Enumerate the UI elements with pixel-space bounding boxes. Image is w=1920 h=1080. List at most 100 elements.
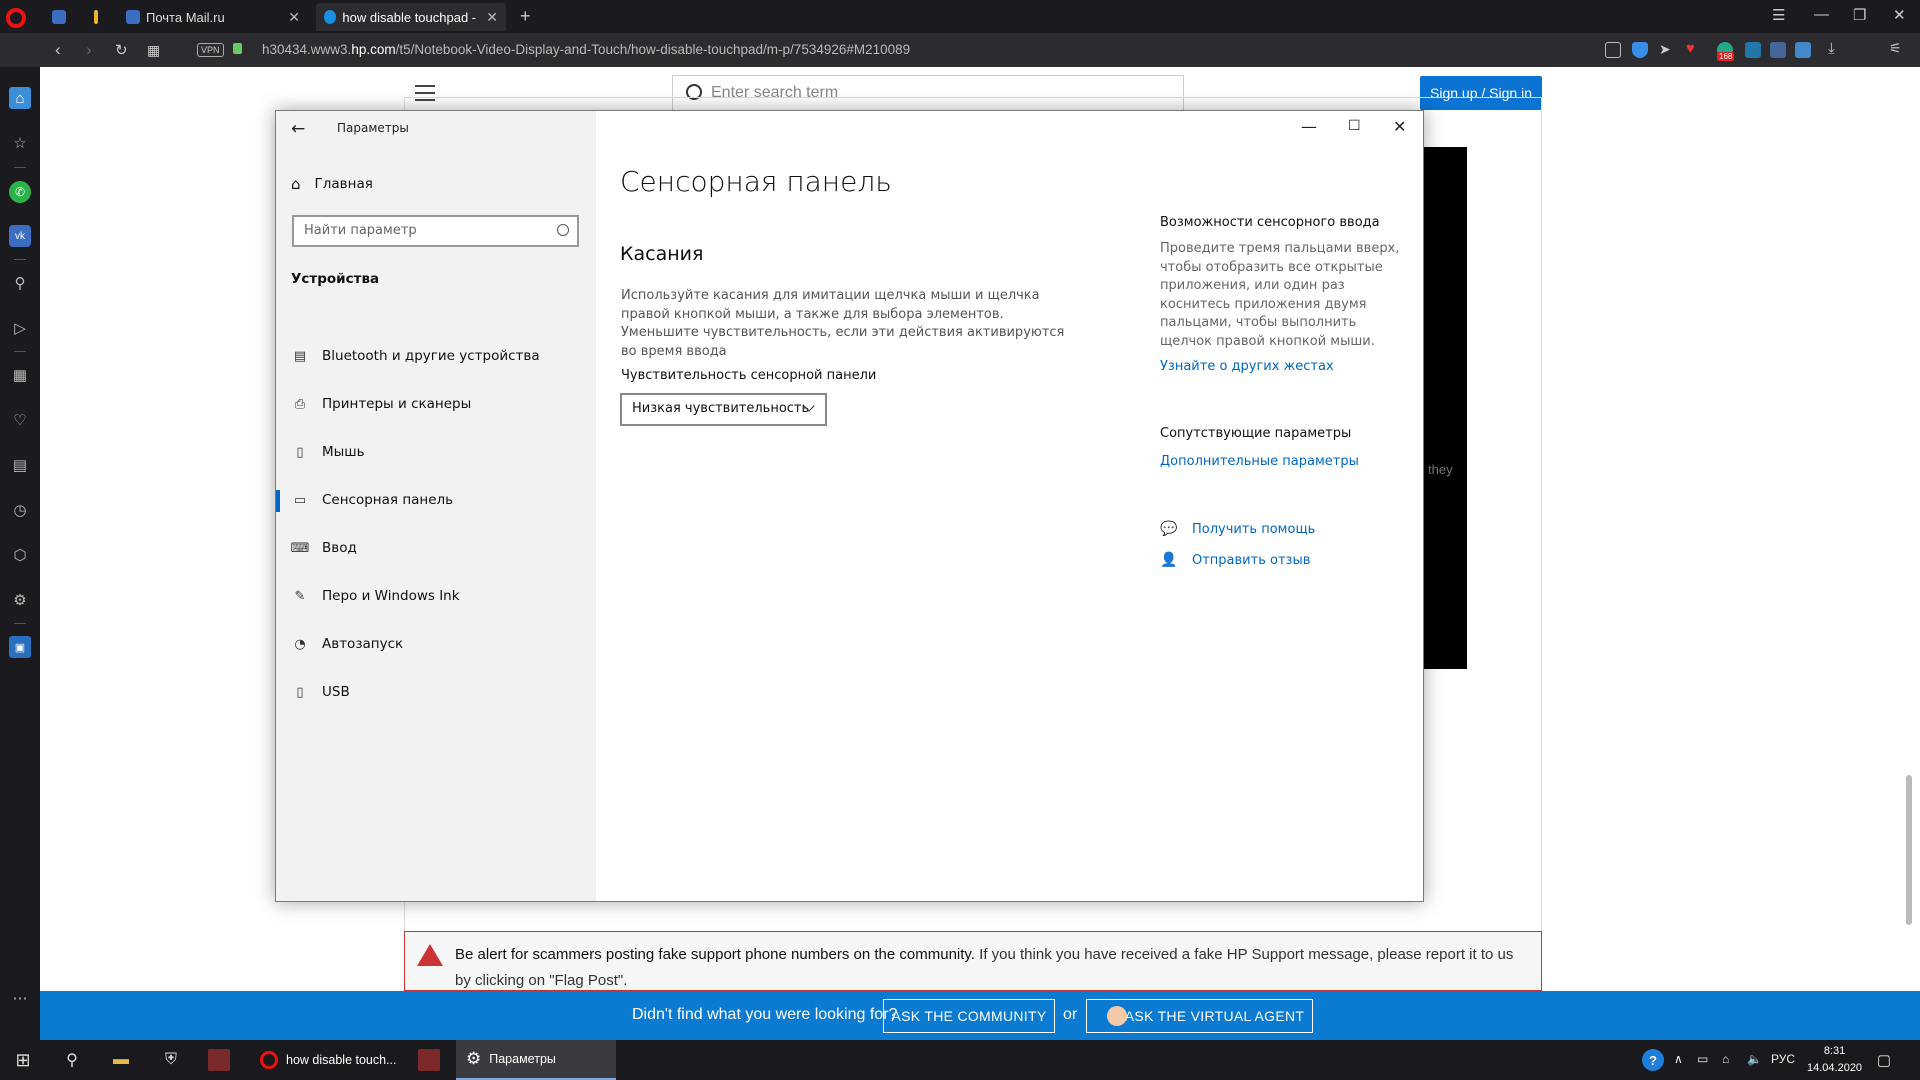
send-icon[interactable]: ➤ xyxy=(1659,41,1675,57)
taskbar-opera-app[interactable]: how disable touch... xyxy=(250,1040,400,1080)
history-icon[interactable]: ◷ xyxy=(9,499,31,521)
windows-start-icon[interactable]: ⊞ xyxy=(12,1049,34,1071)
ask-community-button[interactable]: ASK THE COMMUNITY xyxy=(883,999,1055,1033)
close-icon[interactable]: ✕ xyxy=(1893,6,1906,24)
camera-icon[interactable] xyxy=(1605,42,1621,58)
minimize-icon[interactable]: — xyxy=(1814,6,1829,23)
scam-alert-banner: Be alert for scammers posting fake suppo… xyxy=(404,931,1542,991)
app-icon[interactable] xyxy=(418,1049,440,1071)
vk-messenger-icon[interactable]: vk xyxy=(9,225,31,247)
new-tab-button[interactable]: + xyxy=(520,6,531,27)
nav-item-label: Принтеры и сканеры xyxy=(322,396,472,412)
nav-group-title: Устройства xyxy=(291,271,380,287)
url-field[interactable]: h30434.www3.hp.com/t5/Notebook-Video-Dis… xyxy=(262,42,910,57)
tab-menu-icon[interactable]: ☰ xyxy=(1772,6,1785,24)
news-icon[interactable]: ▤ xyxy=(9,454,31,476)
apps-icon[interactable]: ▦ xyxy=(9,364,31,386)
touchpad-icon: ▭ xyxy=(293,492,307,508)
url-path: /t5/Notebook-Video-Display-and-Touch/how… xyxy=(395,42,911,57)
settings-gear-icon[interactable]: ⚙ xyxy=(9,589,31,611)
tab-hp[interactable]: how disable touchpad - HP ✕ xyxy=(316,3,506,31)
additional-settings-link[interactable]: Дополнительные параметры xyxy=(1160,454,1359,469)
speed-dial-icon[interactable]: ▦ xyxy=(147,42,160,59)
extension-badge-icon[interactable]: 168 xyxy=(1717,42,1735,61)
notification-center-icon[interactable]: ▢ xyxy=(1873,1049,1895,1071)
close-tab-icon[interactable]: ✕ xyxy=(486,9,498,26)
settings-search-input[interactable]: Найти параметр xyxy=(292,215,579,247)
usb-icon: ▯ xyxy=(296,684,304,700)
nav-item-typing[interactable]: ⌨ Ввод xyxy=(276,528,596,568)
heart-icon[interactable]: ♥ xyxy=(1686,40,1702,57)
more-gestures-link[interactable]: Узнайте о других жестах xyxy=(1160,359,1334,374)
section-title: Касания xyxy=(620,243,704,265)
scrollbar-thumb[interactable] xyxy=(1906,775,1912,925)
send-icon[interactable]: ▷ xyxy=(9,317,31,339)
bookmark-icon[interactable]: ☆ xyxy=(9,132,31,154)
opera-menu-icon[interactable] xyxy=(6,8,26,28)
search-icon[interactable]: ⚲ xyxy=(61,1049,83,1071)
lock-icon[interactable] xyxy=(233,43,242,54)
help-icon[interactable]: ? xyxy=(1642,1049,1664,1071)
sensitivity-dropdown[interactable]: Низкая чувствительность xyxy=(620,393,827,426)
taskbar-settings-app[interactable]: ⚙ Параметры xyxy=(456,1040,616,1080)
minimize-icon[interactable]: — xyxy=(1301,117,1317,136)
nav-item-bluetooth[interactable]: ▤ Bluetooth и другие устройства xyxy=(276,336,596,376)
download-icon[interactable]: ⤓ xyxy=(1828,40,1844,57)
nav-item-mouse[interactable]: ▯ Мышь xyxy=(276,432,596,472)
close-tab-icon[interactable]: ✕ xyxy=(288,9,300,26)
volume-icon[interactable]: 🔈 xyxy=(1747,1052,1762,1066)
home-label: Главная xyxy=(314,176,373,192)
game-icon[interactable]: ⛨ xyxy=(160,1049,182,1071)
reload-icon[interactable]: ↻ xyxy=(115,41,128,59)
warning-icon xyxy=(417,944,443,966)
feedback-link[interactable]: 👤 Отправить отзыв xyxy=(1160,551,1310,569)
extension-icon[interactable] xyxy=(1770,42,1786,58)
extension-icon[interactable]: ▣ xyxy=(9,636,31,658)
file-explorer-icon[interactable]: ▬ xyxy=(110,1049,132,1071)
get-help-label: Получить помощь xyxy=(1192,521,1316,537)
ask-virtual-agent-button[interactable]: ASK THE VIRTUAL AGENT xyxy=(1086,999,1313,1033)
forward-icon[interactable]: › xyxy=(86,40,92,60)
alert-bold-text: Be alert for scammers posting fake suppo… xyxy=(455,946,975,963)
search-icon[interactable]: ⚲ xyxy=(9,272,31,294)
vk-icon xyxy=(52,10,66,24)
easy-setup-icon[interactable]: ⚟ xyxy=(1889,40,1905,56)
whatsapp-icon[interactable]: ✆ xyxy=(9,181,31,203)
nav-item-label: Сенсорная панель xyxy=(322,492,454,508)
home-nav-item[interactable]: ⌂ Главная xyxy=(291,175,373,193)
show-hidden-icons-icon[interactable]: ∧ xyxy=(1674,1052,1683,1066)
vpn-badge[interactable]: VPN xyxy=(197,43,224,57)
extension-icon[interactable] xyxy=(1745,42,1761,58)
nav-item-label: USB xyxy=(322,684,350,700)
nav-item-label: Мышь xyxy=(322,444,365,460)
get-help-link[interactable]: 💬 Получить помощь xyxy=(1160,520,1315,538)
close-icon[interactable]: ✕ xyxy=(1393,117,1406,136)
autoplay-icon: ◔ xyxy=(294,636,306,652)
nav-item-printers[interactable]: ⎙ Принтеры и сканеры xyxy=(276,384,596,424)
extension-icon[interactable] xyxy=(1795,42,1811,58)
maximize-icon[interactable]: ☐ xyxy=(1348,118,1361,134)
tab-mail[interactable]: Почта Mail.ru ✕ xyxy=(118,3,308,31)
home-icon[interactable]: ⌂ xyxy=(9,87,31,109)
extensions-icon[interactable]: ⬡ xyxy=(9,544,31,566)
nav-item-touchpad[interactable]: ▭ Сенсорная панель xyxy=(276,480,596,520)
network-icon[interactable]: ⌂ xyxy=(1722,1052,1729,1066)
tab-vk[interactable] xyxy=(44,3,74,31)
back-arrow-icon[interactable]: ← xyxy=(291,119,305,139)
language-indicator[interactable]: РУС xyxy=(1771,1052,1795,1066)
more-icon[interactable]: ⋯ xyxy=(9,987,31,1009)
nav-item-usb[interactable]: ▯ USB xyxy=(276,672,596,712)
search-placeholder: Найти параметр xyxy=(304,223,417,238)
app-icon[interactable] xyxy=(208,1049,230,1071)
home-icon: ⌂ xyxy=(291,175,301,193)
back-icon[interactable]: ‹ xyxy=(55,40,61,60)
browser-tabbar: Почта Mail.ru ✕ how disable touchpad - H… xyxy=(0,0,1920,33)
nav-item-autoplay[interactable]: ◔ Автозапуск xyxy=(276,624,596,664)
clock[interactable]: 8:31 14.04.2020 xyxy=(1807,1043,1862,1077)
heart-icon[interactable]: ♡ xyxy=(9,409,31,431)
nav-item-pen[interactable]: ✎ Перо и Windows Ink xyxy=(276,576,596,616)
battery-icon[interactable]: ▭ xyxy=(1697,1052,1708,1066)
shield-icon[interactable] xyxy=(1632,42,1648,58)
tab-pinned[interactable] xyxy=(86,3,116,31)
restore-icon[interactable]: ❐ xyxy=(1853,6,1866,24)
